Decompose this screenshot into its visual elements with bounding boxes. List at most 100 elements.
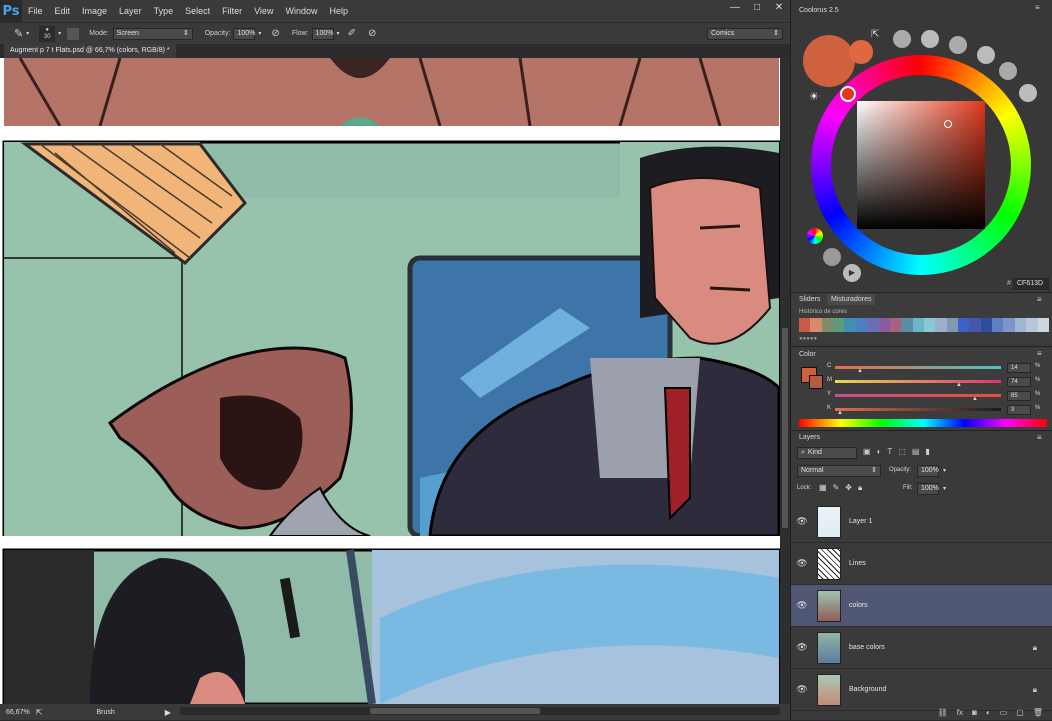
fill-field[interactable]: 100% (917, 483, 939, 495)
type-filter-icon[interactable]: T (887, 447, 892, 456)
maximize-button[interactable]: □ (746, 0, 768, 18)
chevron-down-icon[interactable]: ▾ (337, 30, 340, 37)
color-history-swatch[interactable] (889, 318, 902, 332)
horizontal-scrollbar[interactable] (180, 707, 780, 715)
color-spectrum-bar[interactable] (799, 419, 1047, 427)
mode-select[interactable]: Screen ⇕ (112, 27, 193, 40)
menu-type[interactable]: Type (148, 6, 180, 16)
channel-value[interactable]: 85 (1007, 391, 1031, 401)
lock-all-icon[interactable]: 🔒︎ (858, 483, 862, 493)
shape-filter-icon[interactable]: ⬚ (898, 447, 906, 456)
vertical-scrollbar[interactable] (780, 58, 790, 704)
channel-slider[interactable] (835, 408, 1001, 411)
color-history-swatch[interactable] (1037, 318, 1049, 332)
play-icon[interactable]: ▶ (165, 708, 171, 717)
color-history-swatch[interactable] (901, 318, 913, 332)
blend-mode-select[interactable]: Normal ⇕ (797, 465, 881, 477)
color-history-swatch[interactable] (1003, 318, 1015, 332)
chevron-down-icon[interactable]: ▾ (26, 30, 29, 37)
color-history-swatch[interactable] (946, 318, 959, 332)
minimize-button[interactable]: — (724, 0, 746, 18)
previous-color-swatch[interactable] (849, 40, 873, 64)
airbrush-icon[interactable]: ✐ (348, 28, 356, 39)
panel-menu-icon[interactable]: ≡ (1037, 295, 1042, 304)
hex-input[interactable]: CF613D (1013, 278, 1049, 290)
menu-view[interactable]: View (248, 6, 279, 16)
layer-thumbnail[interactable] (817, 547, 841, 580)
menu-image[interactable]: Image (76, 6, 113, 16)
color-history-swatch[interactable] (1026, 318, 1038, 332)
color-history-swatch[interactable] (923, 318, 936, 332)
menu-window[interactable]: Window (279, 6, 323, 16)
color-history-swatch[interactable] (844, 318, 856, 332)
color-history-swatch[interactable] (1014, 318, 1027, 332)
layer-style-icon[interactable]: fx (957, 708, 963, 717)
pressure-opacity-icon[interactable]: ⊘ (271, 28, 279, 39)
menu-layer[interactable]: Layer (113, 6, 148, 16)
color-history-swatch[interactable] (867, 318, 879, 332)
smart-object-filter-icon[interactable]: ▤ (912, 447, 920, 456)
channel-slider[interactable] (835, 380, 1001, 383)
visibility-eye-icon[interactable]: 👁︎ (791, 516, 813, 527)
menu-filter[interactable]: Filter (216, 6, 248, 16)
new-layer-icon[interactable]: ▢ (1016, 708, 1024, 717)
visibility-eye-icon[interactable]: 👁︎ (791, 558, 813, 569)
color-picker-marker[interactable] (944, 120, 952, 128)
flow-field[interactable]: 100% (311, 27, 334, 40)
layer-thumbnail[interactable] (817, 505, 841, 538)
zoom-level[interactable]: 66,67% (6, 709, 30, 716)
current-color-swatch[interactable] (803, 35, 855, 87)
layer-row[interactable]: 👁︎ Lines (791, 543, 1052, 585)
color-history-swatch[interactable] (969, 318, 981, 332)
hue-marker[interactable] (840, 86, 856, 102)
slider-handle-icon[interactable]: ▲ (857, 368, 863, 374)
brightness-icon[interactable]: ☀ (809, 90, 819, 103)
pressure-size-icon[interactable]: ⊘ (368, 28, 376, 39)
slider-handle-icon[interactable]: ▲ (972, 396, 978, 402)
color-history-swatch[interactable] (878, 318, 890, 332)
brush-preset-button[interactable] (949, 36, 967, 54)
chevron-down-icon[interactable]: ▾ (943, 467, 946, 474)
color-history-swatch[interactable] (992, 318, 1004, 332)
brush-preset-button[interactable] (1019, 84, 1037, 102)
menu-help[interactable]: Help (323, 6, 354, 16)
chevron-down-icon[interactable]: ▾ (58, 30, 61, 37)
menu-file[interactable]: File (22, 6, 49, 16)
visibility-eye-icon[interactable]: 👁︎ (791, 600, 813, 611)
workspace-select[interactable]: Comics ⇕ (707, 27, 783, 40)
document-tab[interactable]: Augment p 7 t Flats.psd @ 66,7% (colors,… (4, 44, 176, 58)
adjustment-filter-icon[interactable]: ◐ (877, 447, 882, 456)
tab-sliders[interactable]: Sliders (799, 296, 820, 303)
scroll-thumb[interactable] (370, 708, 540, 714)
layer-name[interactable]: base colors (849, 644, 885, 651)
background-color-swatch[interactable] (809, 375, 823, 389)
menu-select[interactable]: Select (179, 6, 216, 16)
swatch-scroll-dots[interactable]: ●●●●● (799, 336, 817, 342)
layer-thumbnail[interactable] (817, 673, 841, 706)
link-layers-icon[interactable]: ⛓ (938, 708, 948, 717)
delete-layer-icon[interactable]: 🗑︎ (1033, 708, 1043, 717)
brush-preset-button[interactable] (999, 62, 1017, 80)
slider-handle-icon[interactable]: ▲ (956, 382, 962, 388)
color-history-swatch[interactable] (912, 318, 924, 332)
export-icon[interactable]: ⇱ (36, 708, 43, 717)
brush-panel-toggle-icon[interactable] (67, 27, 80, 40)
channel-value[interactable]: 14 (1007, 363, 1031, 373)
mixer-button[interactable] (823, 248, 841, 266)
color-history-swatch[interactable] (935, 318, 947, 332)
channel-value[interactable]: 74 (1007, 377, 1031, 387)
pixel-filter-icon[interactable]: ▣ (863, 447, 871, 456)
color-history-swatch[interactable] (821, 318, 834, 332)
new-group-icon[interactable]: ▭ (1000, 708, 1008, 717)
layer-name[interactable]: Layer 1 (849, 518, 872, 525)
color-history-swatch[interactable] (855, 318, 868, 332)
scroll-thumb[interactable] (782, 328, 788, 528)
lock-position-icon[interactable]: ✥ (845, 483, 852, 493)
layer-row[interactable]: 👁︎ colors (791, 585, 1052, 627)
triangle-mode-icon[interactable] (807, 228, 823, 244)
channel-value[interactable]: 3 (1007, 405, 1031, 415)
visibility-eye-icon[interactable]: 👁︎ (791, 642, 813, 653)
chevron-down-icon[interactable]: ▾ (258, 30, 261, 37)
saturation-brightness-square[interactable] (857, 101, 985, 229)
menu-edit[interactable]: Edit (49, 6, 77, 16)
